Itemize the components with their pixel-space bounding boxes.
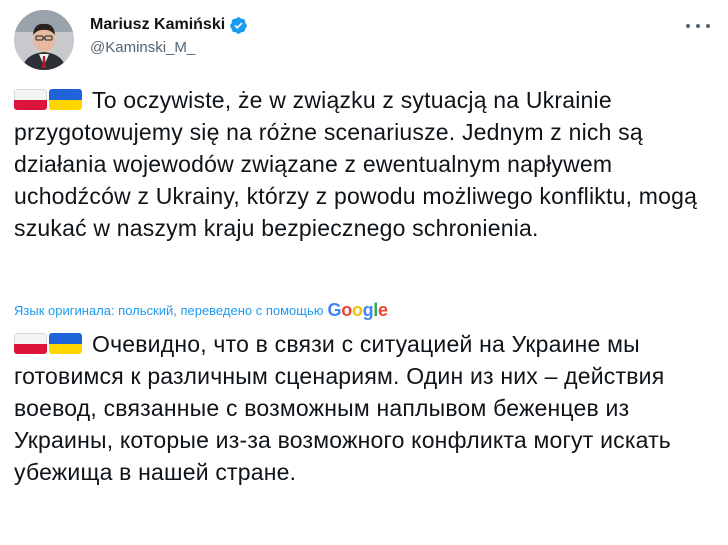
tweet-translated-text: Очевидно, что в связи с ситуацией на Укр… <box>14 328 714 488</box>
more-options-icon[interactable] <box>686 16 710 36</box>
poland-flag-icon <box>14 89 47 110</box>
translation-notice[interactable]: Язык оригинала: польский, переведено с п… <box>14 300 388 321</box>
tweet-header: Mariusz Kamiński @Kaminski_M_ <box>14 10 714 70</box>
google-logo: Google <box>327 300 388 320</box>
avatar[interactable] <box>14 10 74 70</box>
avatar-image <box>14 10 74 70</box>
author-handle[interactable]: @Kaminski_M_ <box>90 39 248 56</box>
flags-group <box>14 87 84 113</box>
tweet-original-text: To oczywiste, że w związku z sytuacją na… <box>14 84 714 244</box>
ukraine-flag-icon <box>49 89 82 110</box>
author-name[interactable]: Mariusz Kamiński <box>90 16 225 34</box>
verified-badge-icon <box>230 16 247 34</box>
poland-flag-icon <box>14 333 47 354</box>
translation-note: Язык оригинала: польский, переведено с п… <box>14 303 324 318</box>
author-block: Mariusz Kamiński @Kaminski_M_ <box>90 14 248 56</box>
original-text: To oczywiste, że w związku z sytuacją na… <box>14 87 698 241</box>
ukraine-flag-icon <box>49 333 82 354</box>
translated-text: Очевидно, что в связи с ситуацией на Укр… <box>14 331 671 485</box>
flags-group <box>14 331 84 357</box>
